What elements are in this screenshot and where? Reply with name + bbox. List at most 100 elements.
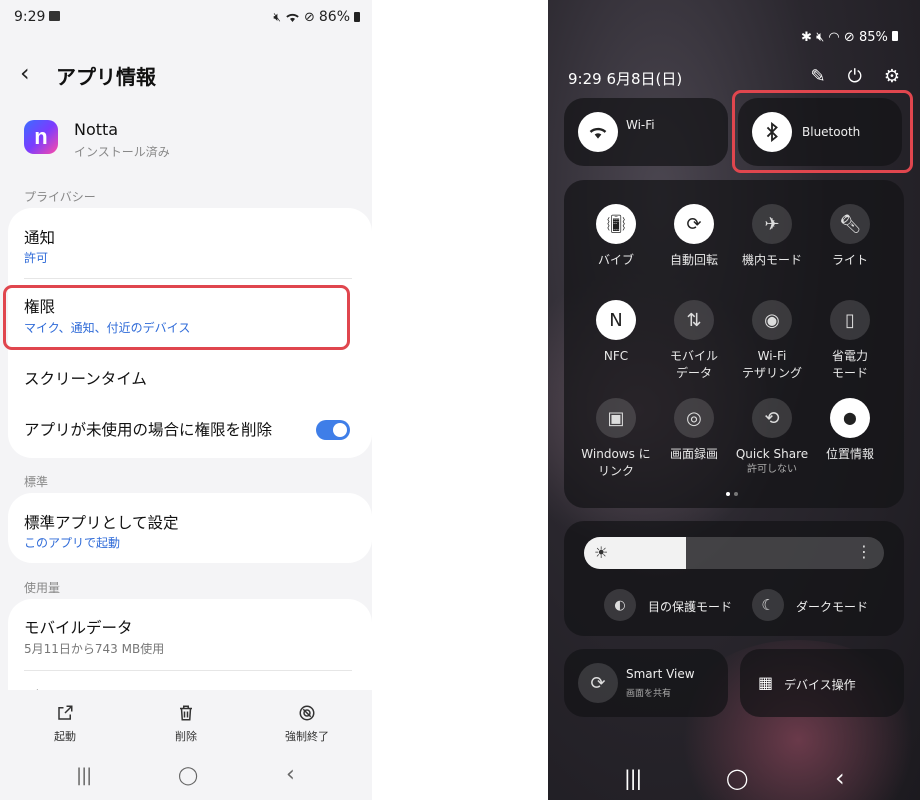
screen-time-title: スクリーンタイム <box>24 370 147 388</box>
smart-view-sub: 画面を共有 <box>626 689 672 699</box>
smart-view-tile[interactable]: ⟳ Smart View 画面を共有 <box>564 649 728 717</box>
open-label: 起動 <box>54 730 76 743</box>
standard-card: 標準アプリとして設定 このアプリで起動 <box>8 493 372 563</box>
uninstall-label: 削除 <box>175 730 197 743</box>
app-summary: n Notta インストール済み <box>24 116 372 162</box>
quick-tile-label: NFC <box>603 349 629 363</box>
eye-comfort-label: 目の保護モード <box>648 600 733 614</box>
do-not-disturb-icon: ⊘ <box>303 9 315 25</box>
uninstall-button[interactable]: 削除 <box>146 702 226 744</box>
notifications-title: 通知 <box>24 229 56 247</box>
battery-icon <box>354 12 360 22</box>
power-icon[interactable]: ⏻ <box>848 66 862 87</box>
status-bar: 9:29 🔇︎ ⊘ 86% <box>0 0 372 36</box>
settings-gear-icon[interactable]: ⚙ <box>884 66 900 87</box>
quick-tile-label: 自動回転 <box>669 253 718 267</box>
navigation-bar: ||| ◯ ‹ <box>548 764 920 796</box>
divider <box>24 278 352 279</box>
remove-permissions-toggle[interactable] <box>316 420 350 440</box>
smart-view-label: Smart View <box>626 667 695 681</box>
status-icons: 🔇︎ ⊘ 86% <box>273 9 360 25</box>
quick-tile-link-to-windows[interactable]: ▣ Windows にリンク <box>576 398 656 488</box>
gallery-notification-icon <box>49 11 60 21</box>
screen-time-row[interactable]: スクリーンタイム <box>8 354 372 400</box>
default-app-row[interactable]: 標準アプリとして設定 このアプリで起動 <box>8 493 372 563</box>
power-saving-icon: ▯ <box>830 300 870 340</box>
battery-level: 85% <box>858 30 888 45</box>
quick-tile-label: ライト <box>831 253 868 267</box>
force-stop-label: 強制終了 <box>285 730 329 743</box>
home-button[interactable]: ◯ <box>726 766 748 790</box>
dark-mode-moon-icon: ☾ <box>752 589 784 621</box>
qs-header: 9:29 6月8日(日) ✎ ⏻ ⚙ <box>568 66 900 90</box>
quick-tile-sublabel: 許可しない <box>747 464 797 475</box>
recents-button[interactable]: ||| <box>624 766 642 790</box>
home-button[interactable]: ◯ <box>178 765 198 786</box>
mobile-data-title: モバイルデータ <box>24 619 133 637</box>
header-actions: ✎ ⏻ ⚙ <box>811 66 900 87</box>
quick-tile-quick-share[interactable]: ⟲ Quick Share 許可しない <box>732 398 812 488</box>
quick-tile-hotspot[interactable]: ◉ Wi-Fi テザリング <box>732 300 812 390</box>
quick-tiles-grid: 📳︎ バイブ ⟳ 自動回転 ✈ 機内モード 🔦︎ ライト N NFC ⇅ モバイル データ ◉ Wi-Fi テ… <box>564 180 904 508</box>
open-button[interactable]: 起動 <box>25 702 105 744</box>
force-stop-button[interactable]: 強制終了 <box>267 702 347 744</box>
open-external-icon <box>58 705 73 720</box>
hotspot-icon: ◉ <box>752 300 792 340</box>
airplane-icon: ✈ <box>752 204 792 244</box>
quick-tile-label: 機内モード <box>741 253 802 267</box>
bottom-action-bar: 起動 削除 強制終了 <box>0 690 372 750</box>
notifications-row[interactable]: 通知 許可 <box>8 208 372 276</box>
quick-tile-airplane[interactable]: ✈ 機内モード <box>732 204 812 294</box>
eye-comfort-icon: ◐ <box>604 589 636 621</box>
more-options-icon[interactable]: ⋮ <box>856 542 872 561</box>
smart-view-icon: ⟳ <box>578 663 618 703</box>
remove-permissions-title: アプリが未使用の場合に権限を削除 <box>24 421 273 439</box>
quick-tile-label: 位置情報 <box>825 447 874 461</box>
recents-button[interactable]: ||| <box>76 765 92 786</box>
quick-tile-label: モバイル データ <box>669 349 718 380</box>
force-stop-icon <box>299 705 315 721</box>
brightness-sun-icon: ☀ <box>594 543 609 562</box>
quick-settings-panel: ✱ 🔇︎ ◠ ⊘ 85% 9:29 6月8日(日) ✎ ⏻ ⚙ Wi-Fi Bl… <box>548 0 920 800</box>
quick-tile-flashlight[interactable]: 🔦︎ ライト <box>810 204 890 294</box>
page-title: アプリ情報 <box>56 65 156 89</box>
quick-tile-power-saving[interactable]: ▯ 省電力 モード <box>810 300 890 390</box>
vibrate-icon: 📳︎ <box>596 204 636 244</box>
flashlight-icon: 🔦︎ <box>830 204 870 244</box>
quick-tile-mobile-data[interactable]: ⇅ モバイル データ <box>654 300 734 390</box>
section-standard: 標準 <box>24 475 49 489</box>
brightness-slider[interactable]: ☀ ⋮ <box>584 537 884 569</box>
permissions-highlight <box>3 285 350 350</box>
eye-comfort-button[interactable]: ◐ 目の保護モード <box>604 589 744 621</box>
nav-back-button[interactable]: ‹ <box>286 762 295 787</box>
status-time: 9:29 <box>14 9 46 25</box>
quick-tile-auto-rotate[interactable]: ⟳ 自動回転 <box>654 204 734 294</box>
remove-permissions-row[interactable]: アプリが未使用の場合に権限を削除 <box>8 404 372 454</box>
mute-icon: 🔇︎ <box>273 9 281 24</box>
dark-mode-label: ダークモード <box>796 600 869 614</box>
bluetooth-status-icon: ✱ <box>801 30 812 45</box>
edit-icon[interactable]: ✎ <box>811 66 826 87</box>
quick-tile-nfc[interactable]: N NFC <box>576 300 656 390</box>
wifi-status-icon: ◠ <box>828 30 840 45</box>
nav-back-button[interactable]: ‹ <box>835 764 845 792</box>
dark-mode-button[interactable]: ☾ ダークモード <box>752 589 892 621</box>
quick-tile-label: 画面録画 <box>669 447 718 461</box>
brightness-panel: ☀ ⋮ ◐ 目の保護モード ☾ ダークモード <box>564 521 904 636</box>
quick-tile-location[interactable]: ⬤ 位置情報 <box>810 398 890 488</box>
default-app-sub: このアプリで起動 <box>24 536 121 550</box>
mobile-data-row[interactable]: モバイルデータ 5月11日から743 MB使用 <box>8 599 372 667</box>
wifi-label: Wi-Fi <box>626 118 655 132</box>
quick-tile-screen-record[interactable]: ◎ 画面録画 <box>654 398 734 488</box>
back-button[interactable]: ‹ <box>20 60 30 86</box>
wifi-tile[interactable]: Wi-Fi <box>564 98 728 166</box>
device-control-tile[interactable]: ▦ デバイス操作 <box>740 649 904 717</box>
app-info-screen: 9:29 🔇︎ ⊘ 86% ‹ アプリ情報 n Notta インストール済み プ… <box>0 0 372 800</box>
trash-icon <box>180 705 192 721</box>
quick-tile-label: 省電力 モード <box>831 349 868 380</box>
navigation-bar: ||| ◯ ‹ <box>0 760 372 796</box>
location-icon: ⬤ <box>830 398 870 438</box>
date-time: 9:29 6月8日(日) <box>568 70 683 88</box>
device-control-grid-icon: ▦ <box>758 673 774 692</box>
quick-tile-vibrate[interactable]: 📳︎ バイブ <box>576 204 656 294</box>
